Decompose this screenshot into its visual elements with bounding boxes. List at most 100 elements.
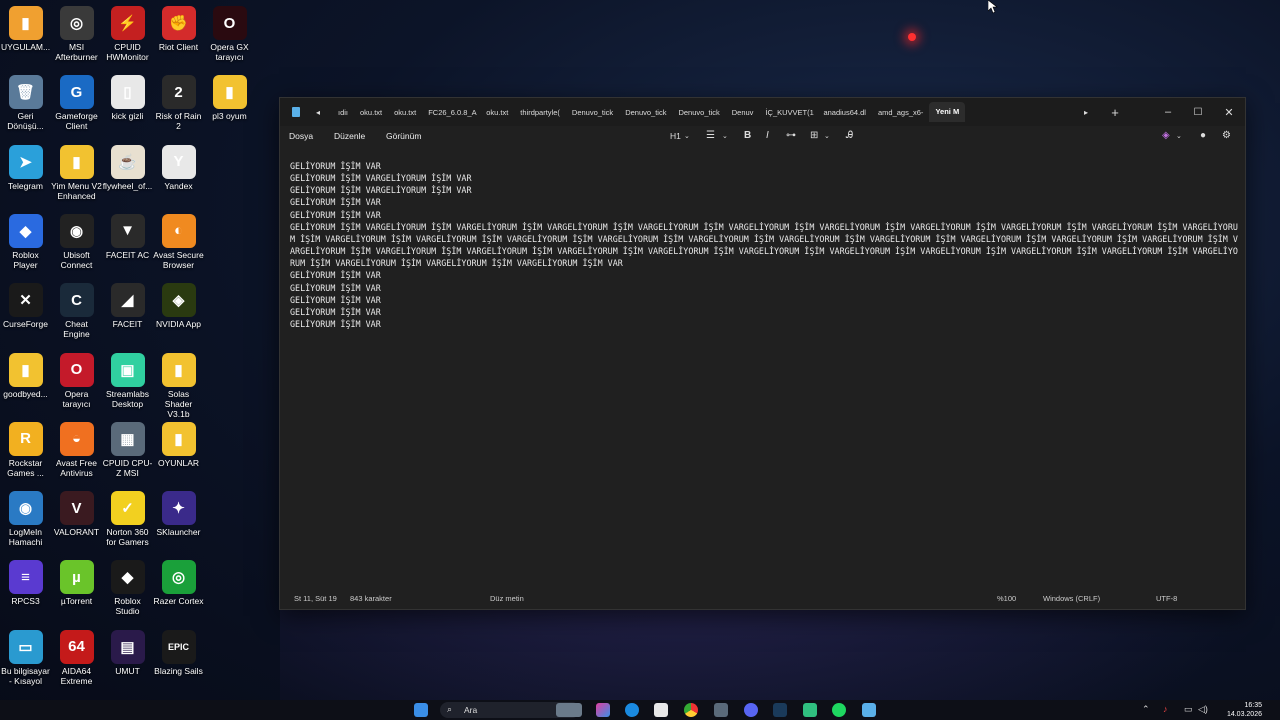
spotify-icon[interactable] [832,703,846,717]
desktop-icon[interactable]: ◆ Roblox Player [0,208,51,270]
start-button[interactable] [414,703,428,717]
desktop-icon[interactable]: ➤ Telegram [0,139,51,191]
desktop-icon[interactable]: G Gameforge Client [51,69,102,131]
italic-button[interactable]: I [766,130,769,141]
desktop-icon[interactable]: C Cheat Engine [51,277,102,339]
file-tab[interactable]: Yeni M [929,102,966,122]
file-tab[interactable]: Denuvo_tick [566,108,619,117]
desktop-icon[interactable]: ◎ Razer Cortex [153,554,204,606]
discord-icon[interactable] [744,703,758,717]
store-icon[interactable] [654,703,668,717]
app-icon: ➤ [8,144,43,179]
text-editor[interactable]: GELİYORUM İŞİM VAR GELİYORUM İŞİM VARGEL… [290,160,1238,560]
file-tab[interactable]: ıdiı [332,108,354,117]
desktop-icon[interactable]: 64 AIDA64 Extreme [51,624,102,686]
file-tab[interactable]: İÇ_KUVVET(1 [759,108,817,117]
desktop-icon[interactable]: ◉ LogMeIn Hamachi [0,485,51,547]
desktop-icon[interactable]: µ µTorrent [51,554,102,606]
desktop-icon[interactable]: ▮ Yim Menu V2 Enhanced [51,139,102,201]
desktop-icon[interactable]: ▮ Solas Shader V3.1b [153,347,204,419]
widget-icon[interactable] [556,703,582,717]
chevron-up-icon[interactable]: ⌃ [1142,704,1150,715]
desktop-icon[interactable]: ▣ Streamlabs Desktop [102,347,153,409]
tab-scroll-left-icon[interactable]: ◂ [310,98,326,126]
table-icon[interactable]: ⊞ [810,130,818,141]
encoding[interactable]: UTF-8 [1156,594,1177,603]
desktop-icon[interactable]: ▮ UYGULAM... [0,0,51,52]
copilot-taskbar-icon[interactable] [596,703,610,717]
notepad-taskbar-icon[interactable] [862,703,876,717]
desktop-icon[interactable]: ≡ RPCS3 [0,554,51,606]
desktop-icon[interactable]: V VALORANT [51,485,102,537]
desktop-icon[interactable]: 2 Risk of Rain 2 [153,69,204,131]
heading-dropdown[interactable]: H1 [670,131,681,141]
chrome-icon[interactable] [684,703,698,717]
volume-icon[interactable]: ◁) [1198,704,1208,715]
desktop-icon[interactable]: ◆ Roblox Studio [102,554,153,616]
desktop-icon[interactable]: ⚡ CPUID HWMonitor [102,0,153,62]
maximize-button[interactable]: ☐ [1183,98,1213,126]
copilot-icon[interactable]: ◈ [1162,130,1170,141]
desktop-icon[interactable]: Y Yandex [153,139,204,191]
close-button[interactable]: ✕ [1214,98,1244,126]
desktop-icon[interactable]: ▭ Bu bilgisayar - Kısayol [0,624,51,686]
clear-formatting-icon[interactable]: Ꭿ [846,130,853,141]
tab-scroll-right-icon[interactable]: ▸ [1078,98,1094,126]
desktop-icon[interactable]: ▮ goodbyed... [0,347,51,399]
file-tab[interactable]: oku.txt [354,108,388,117]
desktop-icon[interactable]: ◒ Avast Free Antivirus [51,416,102,478]
steam-icon[interactable] [773,703,787,717]
desktop-icon[interactable]: ▦ CPUID CPU-Z MSI [102,416,153,478]
desktop-icon[interactable]: EPIC Blazing Sails [153,624,204,676]
desktop-icon[interactable]: O Opera GX tarayıcı [204,0,255,62]
desktop-icon[interactable]: ▮ OYUNLAR [153,416,204,468]
link-icon[interactable]: ⊶ [786,130,796,141]
desktop-icon[interactable]: R Rockstar Games ... [0,416,51,478]
desktop-icon[interactable]: ◉ Ubisoft Connect [51,208,102,270]
desktop-icon[interactable]: ◢ FACEIT [102,277,153,329]
bold-button[interactable]: B [744,130,751,141]
file-tab[interactable]: oku.txt [480,108,514,117]
desktop-icon[interactable]: ◈ NVIDIA App [153,277,204,329]
file-tab[interactable]: FC26_6.0.8_A [422,108,480,117]
desktop-icon[interactable]: ◎ MSI Afterburner [51,0,102,62]
desktop-icon[interactable]: ✓ Norton 360 for Gamers [102,485,153,547]
desktop-icon[interactable]: ▤ UMUT [102,624,153,676]
minimize-button[interactable]: – [1153,98,1183,126]
desktop-icon[interactable]: ◐ Avast Secure Browser [153,208,204,270]
text-mode[interactable]: Düz metin [490,594,524,603]
file-tab[interactable]: amd_ags_x6- [872,108,929,117]
file-tab[interactable]: Denuv [726,108,760,117]
line-ending[interactable]: Windows (CRLF) [1043,594,1100,603]
network-icon[interactable]: ▭ [1184,704,1193,715]
desktop-icon[interactable]: ▯ kick gizli [102,69,153,121]
zoom-level[interactable]: %100 [997,594,1016,603]
desktop-icon[interactable]: ✕ CurseForge [0,277,51,329]
settings-taskbar-icon[interactable] [714,703,728,717]
file-tab[interactable]: Denuvo_tick [619,108,672,117]
microphone-icon[interactable]: ♪ [1163,704,1168,714]
list-icon[interactable]: ☰ [706,130,715,141]
desktop-icon[interactable]: ▼ FACEIT AC [102,208,153,260]
desktop-icon[interactable]: ✊ Riot Client [153,0,204,52]
desktop-icon[interactable]: ▮ pl3 oyum [204,69,255,121]
desktop-icon[interactable]: 🗑 Geri Dönüşü... [0,69,51,131]
account-icon[interactable]: ● [1200,130,1206,141]
file-tab[interactable]: oku.txt [388,108,422,117]
desktop-icon-label: Riot Client [158,42,199,52]
settings-gear-icon[interactable]: ⚙ [1222,130,1231,141]
menu-view[interactable]: Görünüm [386,131,421,141]
title-bar[interactable]: ◂ ıdiı oku.txt oku.txt FC26_6.0.8_A oku.txt t… [280,98,1245,126]
clock[interactable]: 16:35 14.03.2026 [1218,701,1262,719]
new-tab-button[interactable]: + [1100,98,1130,126]
desktop-icon[interactable]: ✦ SKlauncher [153,485,204,537]
desktop-icon[interactable]: O Opera tarayıcı [51,347,102,409]
desktop-icon[interactable]: ☕ flywheel_of... [102,139,153,191]
menu-edit[interactable]: Düzenle [334,131,365,141]
file-tab[interactable]: Denuvo_tick [672,108,725,117]
file-tab[interactable]: anadius64.dl [817,108,872,117]
menu-file[interactable]: Dosya [289,131,313,141]
file-tab[interactable]: thirdpartyle( [514,108,566,117]
edge-icon[interactable] [625,703,639,717]
streamlabs-taskbar-icon[interactable] [803,703,817,717]
